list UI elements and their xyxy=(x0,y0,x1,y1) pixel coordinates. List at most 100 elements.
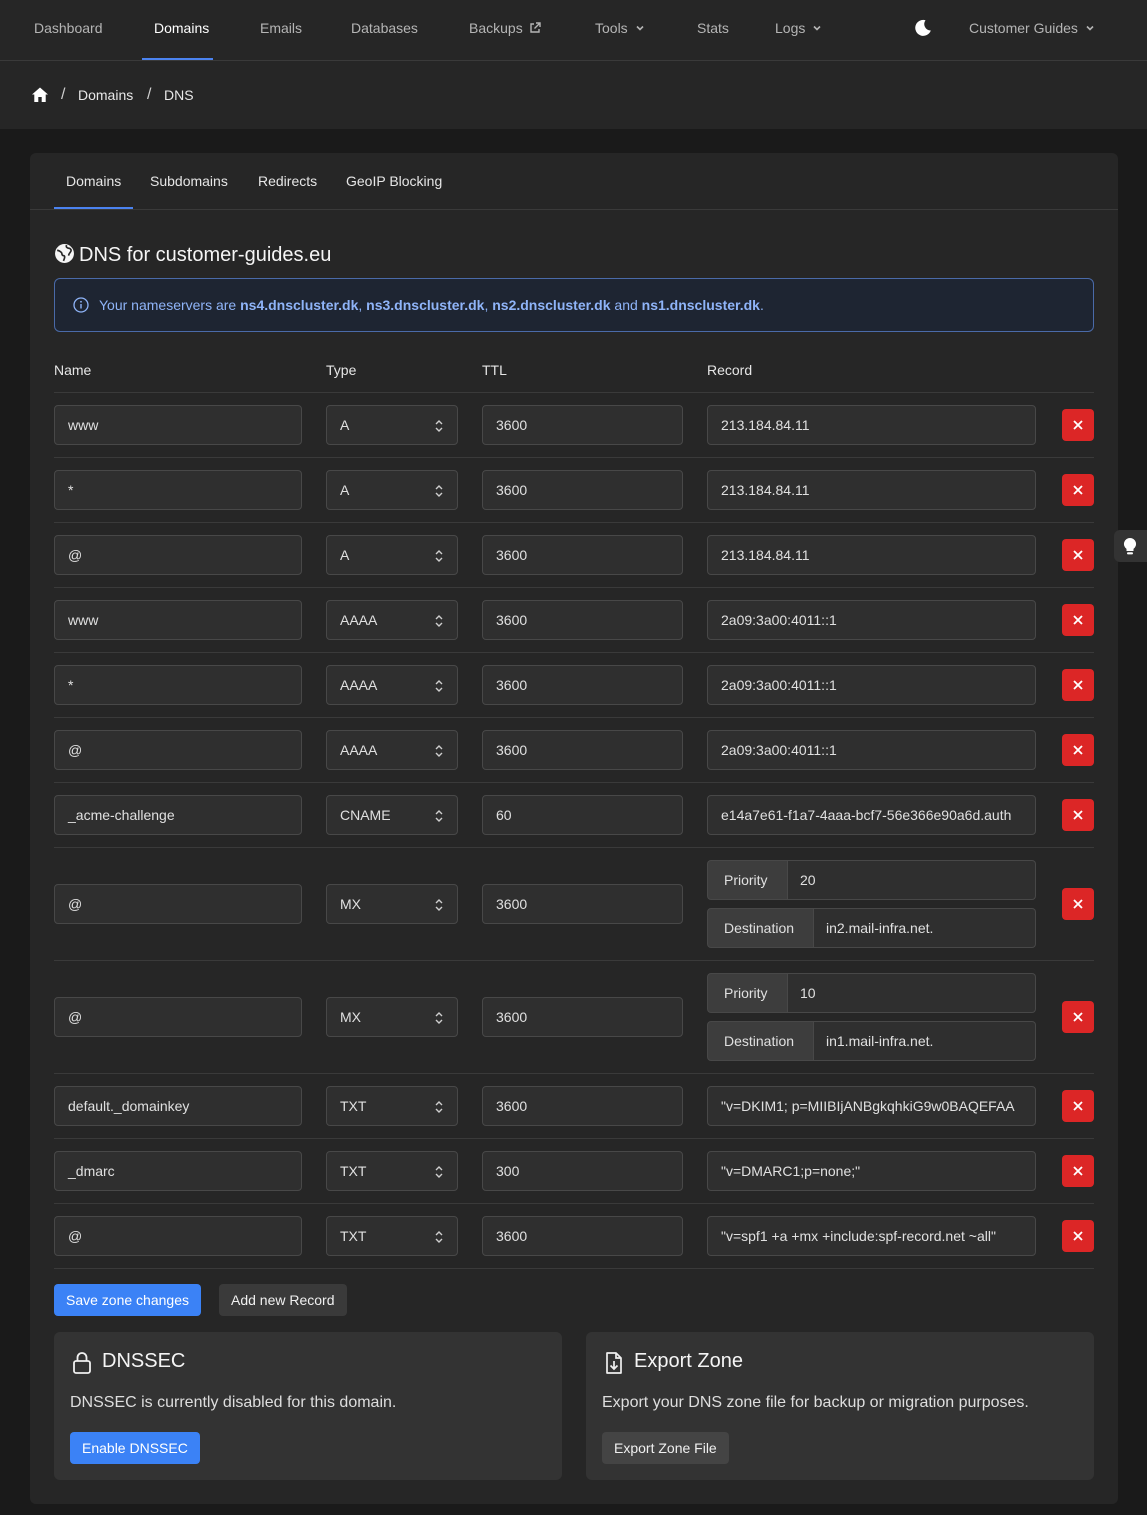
record-type-select[interactable]: MX xyxy=(326,884,458,924)
record-type-select[interactable]: AAAA xyxy=(326,600,458,640)
delete-record-button[interactable] xyxy=(1062,888,1094,920)
record-value-input[interactable]: e14a7e61-f1a7-4aaa-bcf7-56e366e90a6d.aut… xyxy=(707,795,1036,835)
chevron-down-icon xyxy=(1086,25,1094,31)
account-menu[interactable]: Customer Guides xyxy=(969,0,1096,60)
record-ttl-input[interactable]: 3600 xyxy=(482,1216,683,1256)
record-type-select[interactable]: TXT xyxy=(326,1086,458,1126)
record-type-select[interactable]: AAAA xyxy=(326,665,458,705)
record-name-input[interactable]: @ xyxy=(54,884,302,924)
record-type-select[interactable]: TXT xyxy=(326,1216,458,1256)
mx-priority-input[interactable]: 10 xyxy=(788,973,1036,1013)
enable-dnssec-button[interactable]: Enable DNSSEC xyxy=(70,1432,200,1464)
record-value-input[interactable]: 213.184.84.11 xyxy=(707,470,1036,510)
tips-toggle[interactable] xyxy=(1114,530,1147,562)
record-ttl-input[interactable]: 300 xyxy=(482,1151,683,1191)
mx-destination-input[interactable]: in1.mail-infra.net. xyxy=(814,1021,1036,1061)
delete-record-button[interactable] xyxy=(1062,1090,1094,1122)
delete-record-button[interactable] xyxy=(1062,474,1094,506)
info-icon xyxy=(73,297,89,313)
close-icon xyxy=(1073,550,1083,560)
nav-logs[interactable]: Logs xyxy=(775,0,823,60)
record-name-input[interactable]: default._domainkey xyxy=(54,1086,302,1126)
record-name-input[interactable]: _acme-challenge xyxy=(54,795,302,835)
record-type-select[interactable]: A xyxy=(326,405,458,445)
record-name-input[interactable]: @ xyxy=(54,1216,302,1256)
add-record-button[interactable]: Add new Record xyxy=(219,1284,347,1316)
delete-record-button[interactable] xyxy=(1062,1155,1094,1187)
delete-record-button[interactable] xyxy=(1062,669,1094,701)
record-ttl-input[interactable]: 3600 xyxy=(482,665,683,705)
record-value-input[interactable]: "v=DMARC1;p=none;" xyxy=(707,1151,1036,1191)
record-name-input[interactable]: www xyxy=(54,405,302,445)
record-value-input[interactable]: "v=DKIM1; p=MIIBIjANBgkqhkiG9w0BAQEFAA xyxy=(707,1086,1036,1126)
nav-databases[interactable]: Databases xyxy=(351,0,418,60)
record-type-select[interactable]: A xyxy=(326,535,458,575)
export-zone-file-button[interactable]: Export Zone File xyxy=(602,1432,729,1464)
tab-subdomains[interactable]: Subdomains xyxy=(150,173,228,189)
record-ttl-input[interactable]: 3600 xyxy=(482,405,683,445)
nav-emails[interactable]: Emails xyxy=(260,0,302,60)
record-ttl-input[interactable]: 3600 xyxy=(482,535,683,575)
record-name-input[interactable]: * xyxy=(54,665,302,705)
mx-destination-input[interactable]: in2.mail-infra.net. xyxy=(814,908,1036,948)
delete-record-button[interactable] xyxy=(1062,409,1094,441)
nameserver-alert: Your nameservers are ns4.dnscluster.dk, … xyxy=(54,278,1094,332)
record-type-value: TXT xyxy=(340,1098,367,1114)
record-value-input[interactable]: "v=spf1 +a +mx +include:spf-record.net ~… xyxy=(707,1216,1036,1256)
tab-domains[interactable]: Domains xyxy=(53,173,134,209)
mx-priority-input[interactable]: 20 xyxy=(788,860,1036,900)
record-value-input[interactable]: 2a09:3a00:4011::1 xyxy=(707,730,1036,770)
nav-tools[interactable]: Tools xyxy=(595,0,646,60)
close-icon xyxy=(1073,810,1083,820)
record-type-select[interactable]: MX xyxy=(326,997,458,1037)
tab-redirects[interactable]: Redirects xyxy=(258,173,317,189)
nav-stats[interactable]: Stats xyxy=(697,0,729,60)
record-type-value: TXT xyxy=(340,1228,367,1244)
column-header-name: Name xyxy=(54,362,92,378)
record-value-input[interactable]: 213.184.84.11 xyxy=(707,405,1036,445)
nav-domains[interactable]: Domains xyxy=(141,0,214,60)
home-icon[interactable] xyxy=(31,86,49,104)
export-zone-title: Export Zone xyxy=(634,1350,743,1372)
record-ttl-input[interactable]: 3600 xyxy=(482,470,683,510)
record-name-input[interactable]: _dmarc xyxy=(54,1151,302,1191)
table-row: @ TXT 3600 "v=spf1 +a +mx +include:spf-reco… xyxy=(54,1204,1094,1269)
nav-backups[interactable]: Backups xyxy=(469,0,541,60)
record-ttl-input[interactable]: 3600 xyxy=(482,997,683,1037)
destination-addon-label: Destination xyxy=(707,908,814,948)
record-type-select[interactable]: AAAA xyxy=(326,730,458,770)
breadcrumb-domains[interactable]: Domains xyxy=(78,87,133,103)
record-ttl-input[interactable]: 3600 xyxy=(482,884,683,924)
delete-record-button[interactable] xyxy=(1062,539,1094,571)
record-name-input[interactable]: @ xyxy=(54,997,302,1037)
record-ttl-input[interactable]: 3600 xyxy=(482,730,683,770)
account-name: Customer Guides xyxy=(969,20,1078,36)
record-type-select[interactable]: TXT xyxy=(326,1151,458,1191)
record-name-input[interactable]: * xyxy=(54,470,302,510)
record-value-input[interactable]: 213.184.84.11 xyxy=(707,535,1036,575)
nav-dashboard[interactable]: Dashboard xyxy=(34,0,103,60)
record-value-input[interactable]: 2a09:3a00:4011::1 xyxy=(707,600,1036,640)
delete-record-button[interactable] xyxy=(1062,1220,1094,1252)
record-type-select[interactable]: A xyxy=(326,470,458,510)
mx-destination-group: Destination in1.mail-infra.net. xyxy=(707,1021,1036,1061)
record-name-input[interactable]: @ xyxy=(54,535,302,575)
record-ttl-input[interactable]: 60 xyxy=(482,795,683,835)
delete-record-button[interactable] xyxy=(1062,1001,1094,1033)
close-icon xyxy=(1073,1012,1083,1022)
tab-geoip-blocking[interactable]: GeoIP Blocking xyxy=(346,173,442,189)
delete-record-button[interactable] xyxy=(1062,604,1094,636)
record-name-input[interactable]: www xyxy=(54,600,302,640)
record-ttl-input[interactable]: 3600 xyxy=(482,600,683,640)
record-type-select[interactable]: CNAME xyxy=(326,795,458,835)
export-zone-panel: Export Zone Export your DNS zone file fo… xyxy=(586,1332,1094,1480)
record-ttl-input[interactable]: 3600 xyxy=(482,1086,683,1126)
moon-icon[interactable] xyxy=(913,18,933,38)
select-chevron-icon xyxy=(435,485,443,497)
record-value-input[interactable]: 2a09:3a00:4011::1 xyxy=(707,665,1036,705)
delete-record-button[interactable] xyxy=(1062,799,1094,831)
delete-record-button[interactable] xyxy=(1062,734,1094,766)
record-name-input[interactable]: @ xyxy=(54,730,302,770)
save-zone-button[interactable]: Save zone changes xyxy=(54,1284,201,1316)
select-chevron-icon xyxy=(435,420,443,432)
